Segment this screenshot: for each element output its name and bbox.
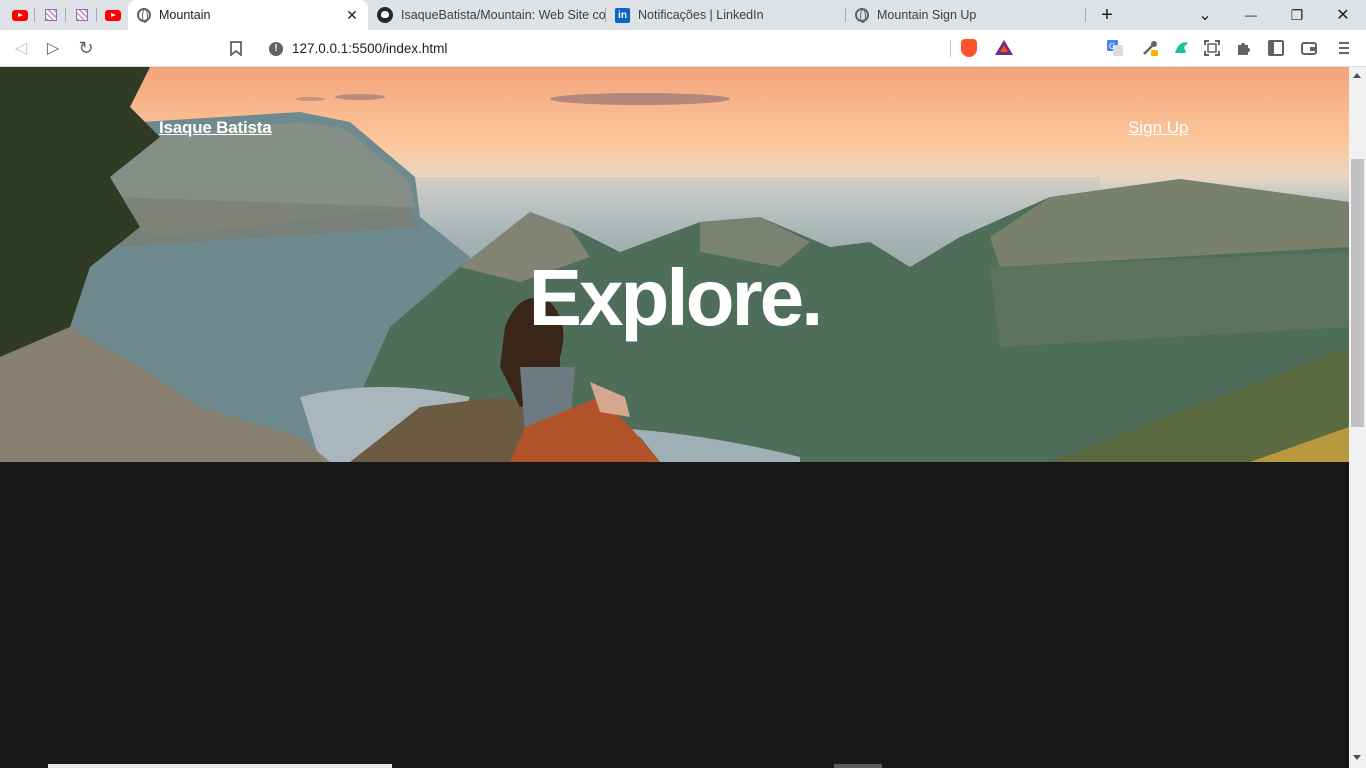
address-bar[interactable]: ! 127.0.0.1:5500/index.html <box>258 34 1022 63</box>
back-button[interactable]: ◁ <box>6 33 36 63</box>
tab-title: IsaqueBatista/Mountain: Web Site com <box>401 8 606 22</box>
github-icon <box>377 7 393 23</box>
divider <box>950 40 951 57</box>
forward-button[interactable]: ▷ <box>38 33 68 63</box>
brave-rewards-icon[interactable] <box>995 40 1013 55</box>
bookmark-button[interactable] <box>221 33 251 63</box>
partial-element-right <box>834 764 882 768</box>
tab-github[interactable]: IsaqueBatista/Mountain: Web Site com <box>368 0 606 30</box>
partial-element-left <box>48 764 392 768</box>
pinned-tab-youtube-2[interactable] <box>97 0 128 30</box>
sidebar-icon[interactable] <box>1267 39 1285 57</box>
eyedropper-icon[interactable] <box>1141 39 1159 57</box>
tab-title: Mountain <box>159 8 211 22</box>
menu-icon[interactable] <box>1335 39 1353 57</box>
sign-up-link[interactable]: Sign Up <box>1128 118 1188 138</box>
tab-title: Mountain Sign Up <box>877 8 977 22</box>
extension-bird-icon[interactable] <box>1172 39 1190 57</box>
svg-text:G: G <box>1109 42 1115 51</box>
scroll-up-arrow-icon[interactable] <box>1353 73 1361 78</box>
vertical-scrollbar[interactable] <box>1349 67 1366 768</box>
brand-link[interactable]: Isaque Batista <box>159 118 272 138</box>
tab-search-button[interactable]: ⌄ <box>1182 0 1228 30</box>
url-text[interactable]: 127.0.0.1:5500/index.html <box>292 41 447 56</box>
hero-headline: Explore. <box>528 253 824 342</box>
restore-button[interactable]: ❐ <box>1274 0 1320 30</box>
scroll-down-arrow-icon[interactable] <box>1353 755 1361 760</box>
pinned-tab-1[interactable] <box>35 0 66 30</box>
screenshot-icon[interactable] <box>1203 39 1221 57</box>
bookmark-icon <box>230 40 242 56</box>
tile-icon <box>44 9 57 21</box>
youtube-icon <box>104 9 121 21</box>
wallet-icon[interactable] <box>1300 39 1318 57</box>
tab-mountain-signup[interactable]: Mountain Sign Up <box>846 0 1086 30</box>
tab-strip: Mountain ✕ IsaqueBatista/Mountain: Web S… <box>0 0 1366 30</box>
globe-icon <box>855 8 869 23</box>
brave-shields-icon[interactable] <box>961 39 977 57</box>
tab-mountain[interactable]: Mountain ✕ <box>128 0 368 30</box>
pinned-tab-youtube[interactable] <box>4 0 35 30</box>
translate-icon[interactable]: G <box>1106 39 1124 57</box>
new-tab-button[interactable]: + <box>1086 0 1128 30</box>
tab-linkedin[interactable]: in Notificações | LinkedIn <box>606 0 846 30</box>
tab-title: Notificações | LinkedIn <box>638 8 764 22</box>
extensions-puzzle-icon[interactable] <box>1235 39 1253 57</box>
globe-icon <box>137 8 151 23</box>
pinned-tab-2[interactable] <box>66 0 97 30</box>
youtube-icon <box>11 9 28 21</box>
scrollbar-thumb[interactable] <box>1351 159 1364 427</box>
toolbar: ◁ ▷ ↻ ! 127.0.0.1:5500/index.html G <box>0 30 1366 67</box>
page-viewport: Isaque Batista Sign Up Explore. <box>0 67 1349 768</box>
tile-icon <box>75 9 88 21</box>
close-tab-icon[interactable]: ✕ <box>342 7 362 24</box>
minimize-button[interactable]: — <box>1228 0 1274 30</box>
close-window-button[interactable]: ✕ <box>1320 0 1366 30</box>
reload-button[interactable]: ↻ <box>71 33 101 63</box>
linkedin-icon: in <box>615 7 630 23</box>
site-info-icon[interactable]: ! <box>269 42 283 56</box>
hero-section: Isaque Batista Sign Up Explore. <box>0 67 1349 462</box>
